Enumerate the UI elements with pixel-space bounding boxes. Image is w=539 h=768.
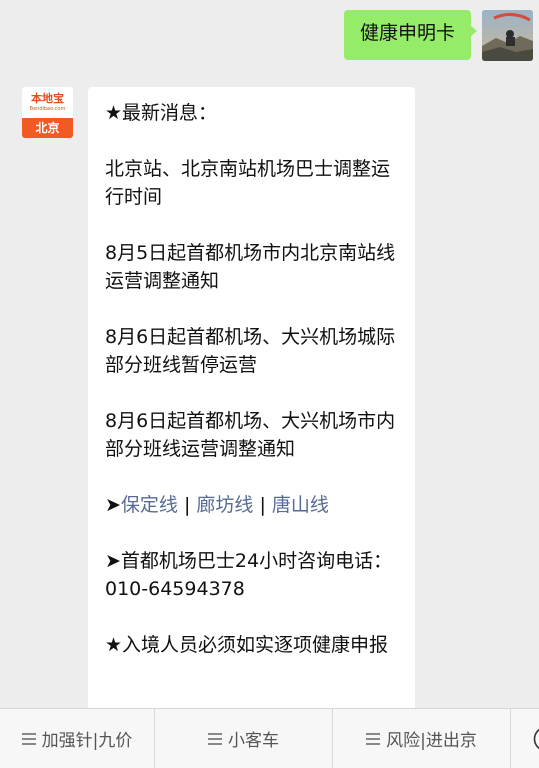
hamburger-icon [366,730,380,748]
outgoing-message-bubble[interactable]: 健康申明卡 [344,10,471,60]
user-avatar[interactable] [482,10,533,61]
brand-logo-city: 北京 [22,118,73,138]
message-header: ★最新消息： [105,99,401,127]
menu-item-label: 小客车 [228,726,279,751]
hotline-info: ➤首都机场巴士24小时咨询电话：010-64594378 [105,547,401,603]
brand-logo-text: 本地宝 [22,87,73,105]
menu-item-label: 加强针|九价 [42,726,133,751]
brand-logo: 本地宝 Bendibao.com [22,87,73,118]
link-separator: | [253,494,271,516]
official-account-menu-bar: 加强针|九价 小客车 风险|进出京 [0,708,539,768]
hamburger-icon [22,730,36,748]
keyboard-icon [533,726,539,752]
news-item: 8月6日起首都机场、大兴机场城际部分班线暂停运营 [105,323,401,379]
hamburger-icon [208,730,222,748]
news-item: 8月5日起首都机场市内北京南站线运营调整通知 [105,239,401,295]
news-item: 8月6日起首都机场、大兴机场市内部分班线运营调整通知 [105,407,401,463]
arrow-icon: ➤ [105,494,121,516]
health-declaration-notice: ★入境人员必须如实逐项健康申报 [105,631,401,659]
keyboard-toggle[interactable] [511,709,539,768]
route-link-tangshan[interactable]: 唐山线 [272,494,329,516]
incoming-message-bubble: ★最新消息： 北京站、北京南站机场巴士调整运行时间 8月5日起首都机场市内北京南… [88,87,415,727]
menu-item-label: 风险|进出京 [386,726,477,751]
outgoing-message-row: 健康申明卡 [344,10,533,61]
menu-item-passenger-car[interactable]: 小客车 [155,709,333,768]
route-link-langfang[interactable]: 廊坊线 [196,494,253,516]
route-link-baoding[interactable]: 保定线 [121,494,178,516]
user-avatar-image [482,10,533,61]
official-account-avatar[interactable]: 本地宝 Bendibao.com 北京 [22,87,73,138]
link-separator: | [178,494,196,516]
news-item: 北京站、北京南站机场巴士调整运行时间 [105,155,401,211]
menu-item-booster-hpv[interactable]: 加强针|九价 [0,709,155,768]
menu-item-risk-beijing[interactable]: 风险|进出京 [333,709,511,768]
route-links: ➤保定线 | 廊坊线 | 唐山线 [105,491,401,519]
brand-logo-url: Bendibao.com [22,105,73,113]
